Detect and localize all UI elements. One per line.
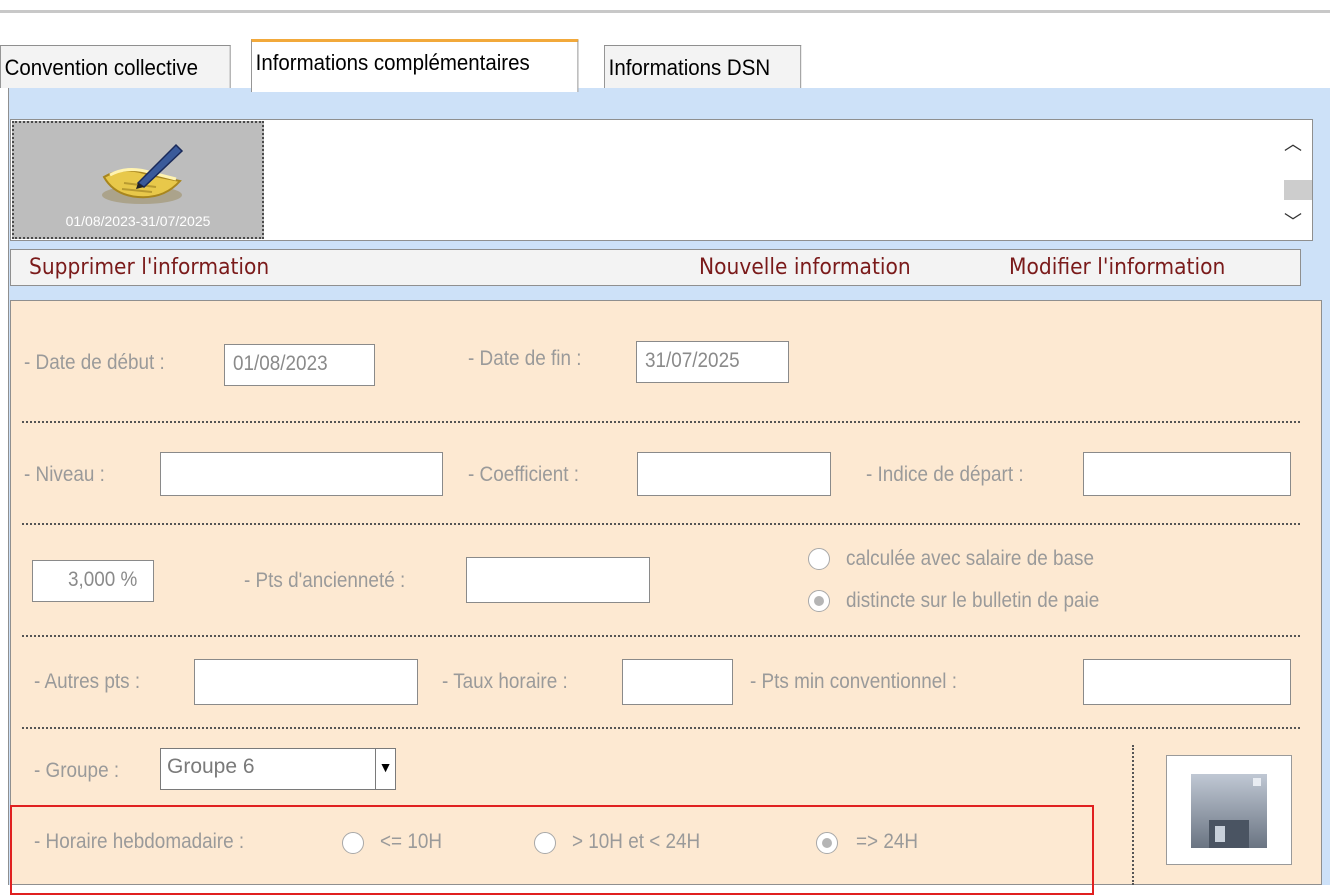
period-date-range: 01/08/2023-31/07/2025 <box>65 213 211 229</box>
scroll-up-arrow-icon[interactable]: ︿ <box>1284 130 1302 156</box>
period-item[interactable]: 01/08/2023-31/07/2025 <box>12 121 264 239</box>
radio-distincte[interactable] <box>808 590 830 612</box>
indice-depart-field[interactable] <box>1083 452 1291 496</box>
separator <box>22 635 1300 637</box>
radio-calculee[interactable] <box>808 548 830 570</box>
date-fin-label: - Date de fin : <box>468 347 582 370</box>
new-information-link[interactable]: Nouvelle information <box>699 255 911 280</box>
action-bar: Supprimer l'information Nouvelle informa… <box>10 249 1301 286</box>
tab-informations-dsn[interactable]: Informations DSN <box>604 45 802 88</box>
niveau-label: - Niveau : <box>24 463 105 486</box>
date-debut-label: - Date de début : <box>24 351 165 374</box>
pts-min-conventionnel-field[interactable] <box>1083 659 1291 705</box>
radio-distincte-label: distincte sur le bulletin de paie <box>846 589 1100 612</box>
radio-horaire-10h-24h-label: > 10H et < 24H <box>572 830 701 853</box>
radio-calculee-label: calculée avec salaire de base <box>846 547 1094 570</box>
taux-horaire-field[interactable] <box>622 659 733 705</box>
separator <box>22 727 1300 729</box>
horaire-hebdomadaire-label: - Horaire hebdomadaire : <box>34 830 245 853</box>
coefficient-field[interactable] <box>637 452 831 496</box>
coefficient-label: - Coefficient : <box>468 463 580 486</box>
tab-informations-complementaires[interactable]: Informations complémentaires <box>251 39 579 92</box>
taux-horaire-label: - Taux horaire : <box>442 670 568 693</box>
date-fin-field[interactable]: 31/07/2025 <box>636 341 789 383</box>
save-button[interactable] <box>1166 755 1292 865</box>
radio-horaire-le-10h-label: <= 10H <box>380 830 443 853</box>
radio-horaire-10h-24h[interactable] <box>534 832 556 854</box>
scroll-down-arrow-icon[interactable]: ﹀ <box>1284 208 1302 234</box>
separator <box>22 421 1300 423</box>
period-timeline: 01/08/2023-31/07/2025 ︿ ﹀ <box>10 119 1313 241</box>
pts-anciennete-label: - Pts d'ancienneté : <box>244 569 406 592</box>
tab-convention-collective[interactable]: Convention collective <box>0 45 231 88</box>
radio-horaire-ge-24h-label: => 24H <box>856 830 919 853</box>
radio-horaire-le-10h[interactable] <box>342 832 364 854</box>
pts-anciennete-field[interactable] <box>466 557 650 603</box>
information-form <box>10 300 1322 885</box>
chevron-down-icon[interactable]: ▼ <box>375 749 395 789</box>
autres-pts-label: - Autres pts : <box>34 670 141 693</box>
date-debut-field[interactable]: 01/08/2023 <box>224 344 375 386</box>
tab-label: Informations DSN <box>608 55 771 80</box>
vertical-separator <box>1132 745 1134 885</box>
scrollbar-thumb[interactable] <box>1284 180 1312 200</box>
niveau-field[interactable] <box>160 452 443 496</box>
radio-horaire-ge-24h[interactable] <box>816 832 838 854</box>
tab-label: Informations complémentaires <box>255 50 530 75</box>
notepad-pen-icon <box>102 143 184 204</box>
top-divider <box>0 10 1330 13</box>
separator <box>22 523 1300 525</box>
percent-field[interactable]: 3,000 % <box>32 560 154 602</box>
indice-depart-label: - Indice de départ : <box>866 463 1024 486</box>
floppy-disk-icon <box>1191 774 1267 848</box>
pts-min-conventionnel-label: - Pts min conventionnel : <box>750 670 957 693</box>
tab-label: Convention collective <box>4 55 199 80</box>
delete-information-link[interactable]: Supprimer l'information <box>29 255 269 280</box>
groupe-label: - Groupe : <box>34 759 120 782</box>
groupe-selected-value: Groupe 6 <box>167 755 255 778</box>
edit-information-link[interactable]: Modifier l'information <box>1009 255 1225 280</box>
autres-pts-field[interactable] <box>194 659 418 705</box>
groupe-select[interactable]: Groupe 6 ▼ <box>160 748 396 790</box>
